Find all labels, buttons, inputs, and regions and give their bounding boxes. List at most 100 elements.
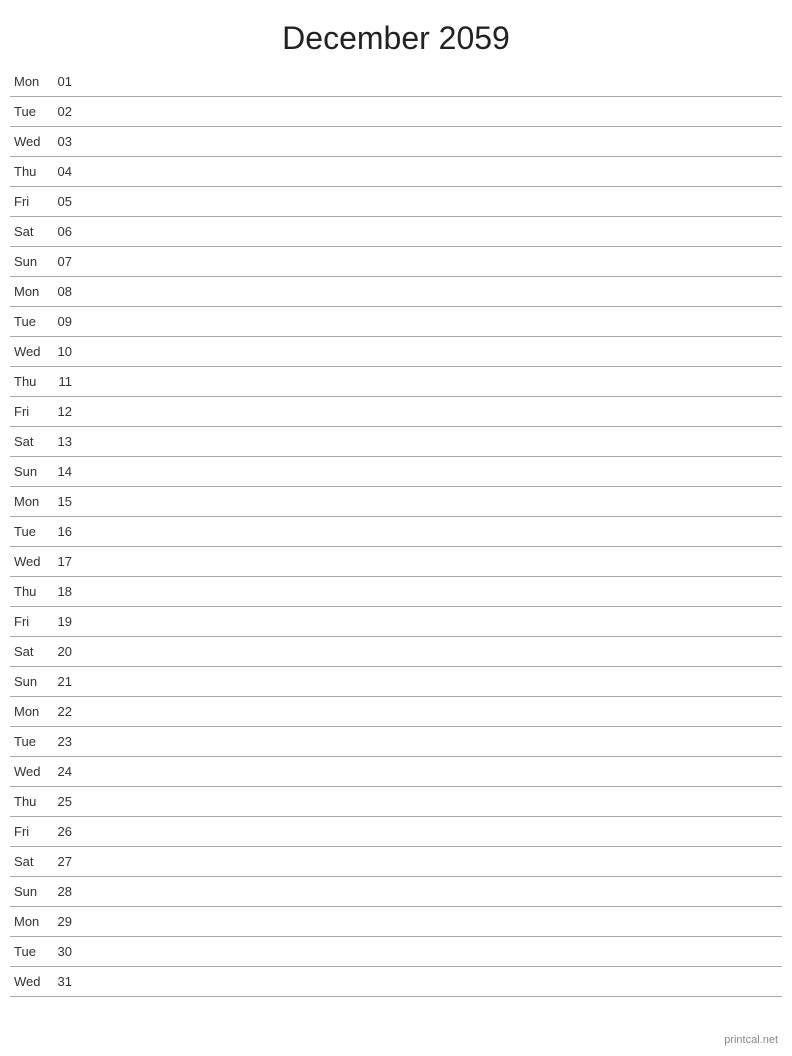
day-name: Sun — [10, 254, 50, 269]
day-row: Mon01 — [10, 67, 782, 97]
day-line — [78, 141, 782, 142]
day-number: 27 — [50, 854, 78, 869]
day-name: Thu — [10, 794, 50, 809]
day-name: Sat — [10, 224, 50, 239]
day-number: 01 — [50, 74, 78, 89]
day-name: Thu — [10, 584, 50, 599]
day-row: Mon08 — [10, 277, 782, 307]
day-number: 30 — [50, 944, 78, 959]
day-number: 17 — [50, 554, 78, 569]
day-row: Sat20 — [10, 637, 782, 667]
calendar-container: Mon01Tue02Wed03Thu04Fri05Sat06Sun07Mon08… — [0, 67, 792, 997]
day-name: Tue — [10, 524, 50, 539]
day-number: 05 — [50, 194, 78, 209]
day-number: 10 — [50, 344, 78, 359]
day-number: 09 — [50, 314, 78, 329]
day-number: 21 — [50, 674, 78, 689]
day-row: Mon29 — [10, 907, 782, 937]
day-row: Mon15 — [10, 487, 782, 517]
day-number: 20 — [50, 644, 78, 659]
day-name: Sat — [10, 854, 50, 869]
day-row: Sat27 — [10, 847, 782, 877]
day-number: 08 — [50, 284, 78, 299]
day-name: Mon — [10, 74, 50, 89]
day-name: Tue — [10, 104, 50, 119]
day-line — [78, 891, 782, 892]
day-number: 04 — [50, 164, 78, 179]
day-line — [78, 171, 782, 172]
day-row: Wed17 — [10, 547, 782, 577]
day-line — [78, 321, 782, 322]
day-number: 25 — [50, 794, 78, 809]
day-number: 14 — [50, 464, 78, 479]
day-line — [78, 651, 782, 652]
day-number: 29 — [50, 914, 78, 929]
day-row: Sun14 — [10, 457, 782, 487]
day-row: Tue30 — [10, 937, 782, 967]
day-row: Wed10 — [10, 337, 782, 367]
footer-text: printcal.net — [724, 1034, 778, 1046]
day-row: Mon22 — [10, 697, 782, 727]
day-line — [78, 111, 782, 112]
day-line — [78, 951, 782, 952]
day-line — [78, 561, 782, 562]
day-number: 02 — [50, 104, 78, 119]
day-name: Fri — [10, 194, 50, 209]
day-name: Thu — [10, 374, 50, 389]
day-name: Thu — [10, 164, 50, 179]
day-line — [78, 831, 782, 832]
day-name: Mon — [10, 494, 50, 509]
day-number: 24 — [50, 764, 78, 779]
day-row: Fri12 — [10, 397, 782, 427]
day-number: 18 — [50, 584, 78, 599]
day-name: Mon — [10, 914, 50, 929]
day-number: 28 — [50, 884, 78, 899]
day-row: Tue09 — [10, 307, 782, 337]
day-row: Tue02 — [10, 97, 782, 127]
day-name: Sat — [10, 434, 50, 449]
day-row: Sun07 — [10, 247, 782, 277]
day-number: 11 — [50, 374, 78, 389]
day-number: 23 — [50, 734, 78, 749]
day-line — [78, 681, 782, 682]
day-row: Fri26 — [10, 817, 782, 847]
day-name: Sun — [10, 674, 50, 689]
day-row: Thu25 — [10, 787, 782, 817]
day-row: Wed24 — [10, 757, 782, 787]
day-row: Wed03 — [10, 127, 782, 157]
day-row: Tue16 — [10, 517, 782, 547]
day-line — [78, 531, 782, 532]
day-line — [78, 441, 782, 442]
day-number: 31 — [50, 974, 78, 989]
day-name: Sat — [10, 644, 50, 659]
day-line — [78, 741, 782, 742]
day-name: Tue — [10, 944, 50, 959]
day-line — [78, 351, 782, 352]
day-line — [78, 471, 782, 472]
day-name: Sun — [10, 464, 50, 479]
day-number: 07 — [50, 254, 78, 269]
day-name: Wed — [10, 344, 50, 359]
day-row: Thu04 — [10, 157, 782, 187]
day-number: 12 — [50, 404, 78, 419]
day-line — [78, 291, 782, 292]
day-line — [78, 861, 782, 862]
day-row: Tue23 — [10, 727, 782, 757]
day-name: Wed — [10, 554, 50, 569]
day-number: 03 — [50, 134, 78, 149]
day-name: Wed — [10, 134, 50, 149]
day-row: Fri05 — [10, 187, 782, 217]
day-line — [78, 501, 782, 502]
day-row: Thu11 — [10, 367, 782, 397]
day-name: Mon — [10, 284, 50, 299]
day-name: Fri — [10, 404, 50, 419]
day-line — [78, 981, 782, 982]
day-number: 06 — [50, 224, 78, 239]
day-number: 16 — [50, 524, 78, 539]
day-number: 19 — [50, 614, 78, 629]
day-row: Thu18 — [10, 577, 782, 607]
day-line — [78, 711, 782, 712]
day-row: Sun28 — [10, 877, 782, 907]
day-name: Wed — [10, 764, 50, 779]
day-name: Mon — [10, 704, 50, 719]
